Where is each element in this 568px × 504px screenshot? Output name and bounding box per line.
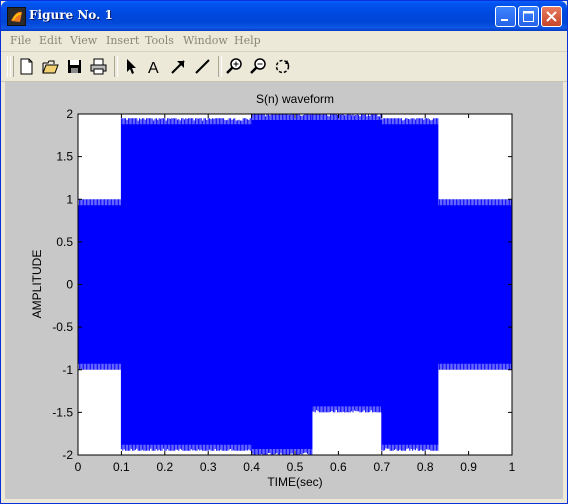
window-title: Figure No. 1 — [29, 8, 113, 22]
minimize-icon — [501, 19, 508, 21]
new-icon — [20, 58, 33, 75]
y-tick-label: 0 — [66, 278, 73, 292]
y-tick-label: -1.5 — [52, 405, 73, 419]
y-tick-label: -1 — [62, 363, 73, 377]
menu-insert[interactable]: Insert — [106, 34, 139, 47]
toolbar-separator — [218, 56, 222, 77]
text-icon: A — [148, 60, 159, 77]
x-tick-label: 0.4 — [243, 460, 260, 474]
x-tick-label: 0.5 — [287, 460, 304, 474]
arrow-icon — [171, 60, 185, 74]
save-icon — [68, 60, 81, 73]
x-tick-label: 0.6 — [330, 460, 347, 474]
menu-window[interactable]: Window — [183, 34, 228, 47]
y-axis-label: AMPLITUDE — [30, 250, 44, 319]
zoom-out-icon — [250, 58, 266, 74]
y-tick-label: 1 — [66, 192, 73, 206]
x-tick-label: 0.3 — [200, 460, 217, 474]
maximize-button[interactable] — [518, 6, 539, 27]
menu-view[interactable]: View — [70, 34, 97, 47]
waveform-oscillation-4 — [381, 118, 439, 451]
waveform-oscillation-1 — [120, 118, 251, 451]
menu-edit[interactable]: Edit — [39, 34, 62, 47]
zoom-out-button[interactable] — [248, 56, 269, 77]
x-tick-label: 0.9 — [460, 460, 477, 474]
close-icon — [546, 11, 557, 22]
x-tick-label: 0.8 — [417, 460, 434, 474]
new-button[interactable] — [16, 56, 37, 77]
x-axis-label: TIME(sec) — [267, 475, 322, 489]
y-tick-label: -2 — [62, 448, 73, 462]
y-tick-label: -0.5 — [52, 320, 73, 334]
y-tick-label: 0.5 — [56, 235, 73, 249]
insert-line-button[interactable] — [192, 56, 213, 77]
x-tick-label: 0.7 — [373, 460, 390, 474]
print-button[interactable] — [88, 56, 109, 77]
line-icon — [195, 59, 210, 74]
toolbar-separator — [114, 56, 118, 77]
plot-area: 0 0.1 0.2 0.3 0.4 0.5 0.6 0.7 0.8 0.9 1 2 1.5 1 0.5 0 -0… — [30, 92, 516, 489]
open-button[interactable] — [40, 56, 61, 77]
save-button[interactable] — [64, 56, 85, 77]
x-tick-label: 0.2 — [156, 460, 173, 474]
y-tick-label: 1.5 — [56, 150, 73, 164]
maximize-icon — [523, 11, 534, 22]
svg-text:A: A — [148, 60, 159, 77]
zoom-in-button[interactable] — [224, 56, 245, 77]
zoom-in-icon — [226, 58, 242, 74]
menu-bar: File Edit View Insert Tools Window Help — [1, 31, 567, 52]
menu-tools[interactable]: Tools — [145, 34, 174, 47]
minimize-button[interactable] — [495, 6, 516, 27]
menu-file[interactable]: File — [10, 34, 31, 47]
menu-help[interactable]: Help — [234, 34, 261, 47]
toolbar-grip[interactable] — [10, 56, 14, 77]
rotate-3d-button[interactable] — [272, 56, 293, 77]
close-button[interactable] — [541, 6, 562, 27]
figure-canvas[interactable]: 0 0.1 0.2 0.3 0.4 0.5 0.6 0.7 0.8 0.9 1 2 1.5 1 0.5 0 -0… — [5, 82, 563, 499]
arrow-select-icon — [127, 59, 136, 74]
waveform-oscillation-5 — [437, 199, 512, 370]
insert-arrow-button[interactable] — [168, 56, 189, 77]
rotate-3d-icon — [275, 59, 290, 74]
x-tick-label: 1 — [509, 460, 516, 474]
x-tick-label: 0 — [75, 460, 82, 474]
x-tick-label: 0.1 — [113, 460, 130, 474]
open-icon — [42, 60, 59, 74]
matlab-figure-icon[interactable] — [7, 7, 26, 26]
toolbar: A — [1, 52, 567, 82]
print-icon — [90, 58, 107, 75]
select-button[interactable] — [120, 56, 141, 77]
figure-window: Figure No. 1 File Edit View Insert Tools… — [0, 0, 568, 504]
insert-text-button[interactable]: A — [144, 56, 165, 77]
y-tick-label: 2 — [66, 107, 73, 121]
title-bar[interactable]: Figure No. 1 — [1, 1, 567, 31]
chart-title: S(n) waveform — [256, 92, 334, 106]
